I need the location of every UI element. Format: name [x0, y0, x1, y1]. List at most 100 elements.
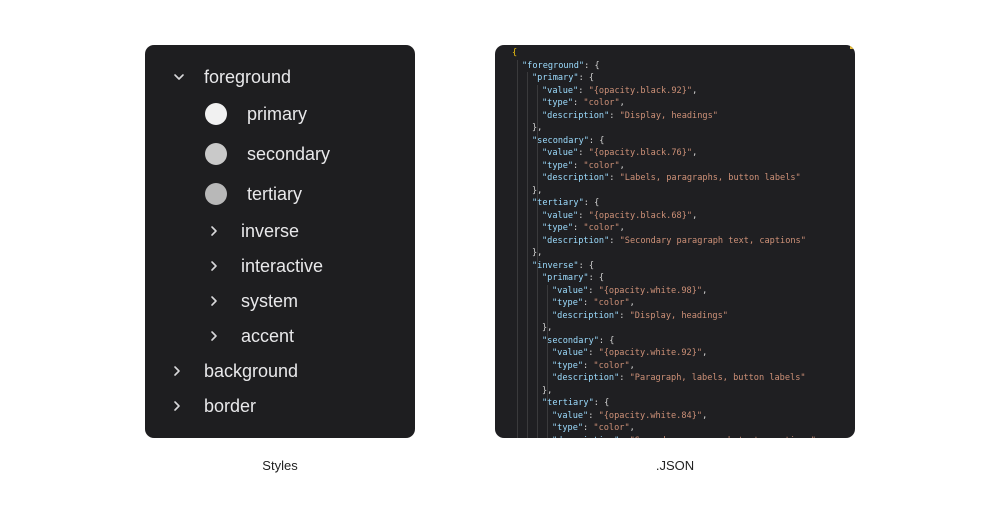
json-string: "{opacity.white.92}" [598, 348, 703, 358]
code-line: "type": "color", [542, 160, 625, 173]
json-punctuation: , [629, 298, 635, 308]
json-punctuation: : { [593, 398, 610, 408]
tree-item-label: secondary [247, 143, 331, 164]
code-line: "type": "color", [552, 360, 635, 373]
code-line: "description": "Secondary paragraph text… [552, 435, 816, 439]
json-string: "color" [583, 223, 620, 233]
json-punctuation: }, [532, 123, 543, 133]
json-string: "Display, headings" [619, 110, 718, 121]
json-key: "type" [552, 360, 584, 371]
chevron-right-icon[interactable] [170, 399, 184, 413]
chevron-right-icon[interactable] [170, 364, 184, 378]
json-key: "type" [542, 223, 574, 233]
json-key: "value" [552, 348, 589, 358]
json-key: "value" [542, 210, 579, 221]
json-key: "description" [542, 235, 610, 246]
color-swatch [205, 143, 227, 165]
json-string: "{opacity.black.68}" [588, 210, 693, 221]
json-punctuation: : [609, 110, 620, 121]
tree-item-accent[interactable]: accent [207, 324, 294, 348]
json-key: "description" [552, 310, 620, 321]
chevron-right-icon[interactable] [207, 329, 221, 343]
chevron-right-icon[interactable] [207, 224, 221, 238]
color-swatch [205, 183, 227, 205]
code-line: "type": "color", [542, 222, 625, 235]
tree-item-primary[interactable]: primary [205, 102, 307, 126]
code-line: "secondary": { [532, 135, 604, 148]
color-swatch [205, 103, 227, 125]
json-punctuation: , [619, 223, 625, 233]
json-punctuation: : [588, 348, 599, 358]
code-line: }, [542, 385, 552, 398]
json-string: "color" [583, 98, 620, 108]
code-line: "type": "color", [552, 297, 635, 310]
json-punctuation: : [619, 310, 630, 321]
json-key: "value" [542, 148, 579, 158]
json-punctuation: , [629, 423, 635, 433]
json-punctuation: : { [578, 260, 595, 271]
json-key: "primary" [542, 273, 589, 283]
tree-item-label: foreground [204, 66, 292, 87]
code-line: "type": "color", [542, 97, 625, 110]
tree-item-inverse[interactable]: inverse [207, 219, 299, 243]
code-line: }, [532, 185, 542, 198]
json-string: "Secondary paragraph text, captions" [630, 436, 816, 439]
json-punctuation: , [619, 160, 625, 171]
json-punctuation: , [692, 148, 698, 158]
json-key: "inverse" [532, 260, 579, 271]
json-punctuation: }, [532, 248, 543, 258]
json-punctuation: : [573, 160, 584, 171]
json-key: "type" [552, 298, 584, 308]
tree-item-system[interactable]: system [207, 289, 298, 313]
code-line: "description": "Paragraph, labels, butto… [552, 372, 806, 385]
json-punctuation: : { [584, 60, 600, 71]
tree-item-border[interactable]: border [170, 394, 256, 418]
code-line: "value": "{opacity.white.92}", [552, 347, 707, 360]
tree-item-foreground[interactable]: foreground [172, 65, 291, 89]
json-punctuation: , [619, 98, 625, 108]
json-key: "secondary" [532, 135, 589, 146]
code-line: "inverse": { [532, 260, 594, 273]
json-punctuation: }, [542, 323, 553, 333]
tree-item-secondary[interactable]: secondary [205, 142, 330, 166]
json-punctuation: , [692, 85, 698, 96]
chevron-right-icon[interactable] [207, 259, 221, 273]
tree-item-label: accent [241, 325, 295, 346]
code-line: "primary": { [542, 272, 604, 285]
json-string: "color" [593, 423, 630, 433]
json-caption: .JSON [655, 458, 695, 473]
chevron-right-icon[interactable] [207, 294, 221, 308]
tree-item-interactive[interactable]: interactive [207, 254, 323, 278]
json-string: "Paragraph, labels, button labels" [629, 373, 806, 383]
json-key: "type" [542, 98, 574, 108]
json-punctuation: : [583, 360, 594, 371]
json-punctuation: : [583, 298, 594, 308]
json-string: "color" [583, 160, 620, 171]
code-line: }, [532, 247, 542, 260]
tree-item-label: background [204, 360, 299, 381]
code-line: "description": "Display, headings" [552, 310, 728, 323]
tree-item-label: border [204, 395, 257, 416]
json-key: "value" [552, 285, 589, 296]
json-punctuation: : { [578, 73, 595, 83]
indent-guide [517, 59, 518, 438]
code-line: "tertiary": { [532, 197, 599, 210]
tree-item-tertiary[interactable]: tertiary [205, 182, 302, 206]
tree-item-background[interactable]: background [170, 359, 298, 383]
code-editor[interactable]: {"foreground": {"primary": {"value": "{o… [495, 45, 855, 438]
styles-caption: Styles [262, 458, 298, 473]
json-punctuation: { [512, 48, 518, 58]
chevron-down-icon[interactable] [172, 70, 186, 84]
json-punctuation: : [573, 223, 584, 233]
json-punctuation: : [583, 423, 594, 433]
json-punctuation: : [573, 98, 584, 108]
json-punctuation: : [578, 210, 589, 221]
json-code-panel[interactable]: {"foreground": {"primary": {"value": "{o… [495, 45, 855, 438]
indent-guide [527, 72, 528, 438]
json-string: "color" [593, 360, 630, 371]
code-line: "foreground": { [522, 60, 600, 73]
json-punctuation: }, [542, 385, 553, 396]
json-punctuation: : [588, 285, 599, 296]
json-key: "value" [552, 410, 589, 421]
tree-item-label: inverse [241, 220, 300, 241]
